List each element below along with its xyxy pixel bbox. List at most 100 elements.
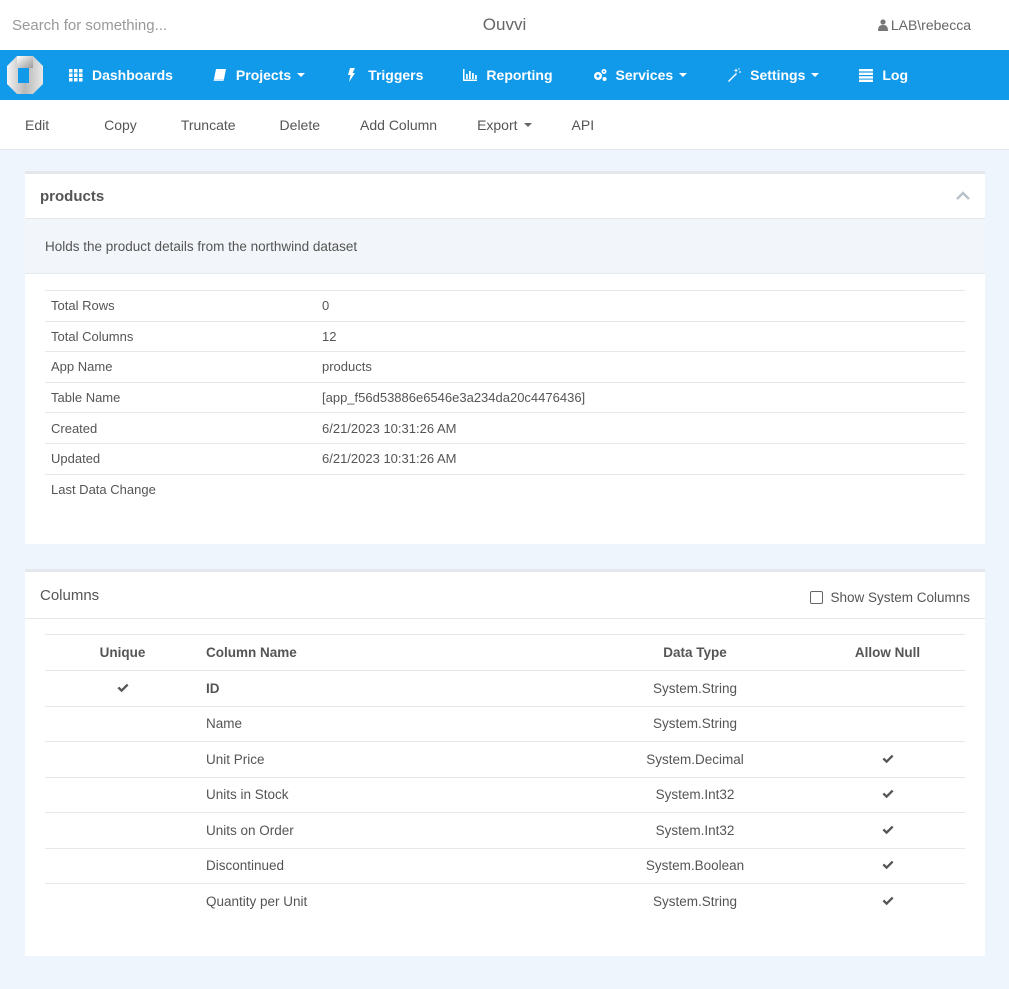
nav-settings[interactable]: Settings	[727, 67, 820, 83]
detail-label: Table Name	[45, 381, 316, 413]
header-column-name[interactable]: Column Name	[200, 634, 580, 671]
check-icon	[882, 787, 894, 802]
data-type-cell: System.Int32	[580, 812, 810, 849]
details-row: Table Name [app_f56d53886e6546e3a234da20c…	[45, 381, 965, 413]
details-row: App Name products	[45, 351, 965, 383]
table-description: Holds the product details from the north…	[25, 219, 985, 274]
unique-cell	[45, 777, 200, 813]
allow-null-cell	[810, 670, 965, 707]
details-table: Total Rows 0 Total Columns 12 App Name prod…	[45, 290, 965, 505]
add-column-button[interactable]: Add Column	[360, 117, 437, 133]
top-bar: Ouvvi LAB\rebecca	[0, 0, 1009, 50]
app-title[interactable]: Ouvvi	[483, 15, 526, 34]
column-row[interactable]: Discontinued System.Boolean	[45, 848, 965, 884]
detail-value: 6/21/2023 10:31:26 AM	[316, 442, 965, 475]
chevron-down-icon	[297, 73, 306, 77]
details-row: Created 6/21/2023 10:31:26 AM	[45, 412, 965, 444]
bolt-icon	[345, 68, 359, 82]
edit-button[interactable]: Edit	[25, 117, 49, 133]
check-icon	[882, 752, 894, 767]
detail-label: Created	[45, 412, 316, 444]
panel-header: products	[25, 174, 985, 219]
export-label: Export	[477, 116, 518, 133]
chevron-down-icon	[679, 73, 688, 77]
column-row[interactable]: Units on Order System.Int32	[45, 812, 965, 849]
list-icon	[859, 68, 874, 82]
unique-cell	[45, 884, 200, 920]
detail-value: [app_f56d53886e6546e3a234da20c4476436]	[316, 381, 965, 413]
chevron-up-icon[interactable]	[956, 191, 970, 201]
search-input[interactable]	[0, 8, 300, 42]
column-name-cell[interactable]: Discontinued	[200, 848, 580, 884]
nav-projects-label: Projects	[235, 67, 292, 83]
panel-title: products	[40, 187, 105, 205]
allow-null-cell	[810, 812, 965, 849]
user-menu[interactable]: LAB\rebecca	[877, 17, 971, 33]
nav-services[interactable]: Services	[593, 67, 688, 83]
check-icon	[882, 894, 894, 909]
allow-null-cell	[810, 706, 965, 742]
panel-header: Columns Show System Columns	[25, 572, 985, 619]
allow-null-cell	[810, 884, 965, 920]
main-nav: Dashboards Projects Triggers Reporting S…	[0, 50, 1009, 100]
grid-icon	[69, 68, 83, 82]
check-icon	[882, 858, 894, 873]
nav-triggers[interactable]: Triggers	[345, 67, 423, 83]
data-type-cell: System.Boolean	[580, 848, 810, 884]
data-type-cell: System.Int32	[580, 777, 810, 813]
truncate-button[interactable]: Truncate	[181, 117, 236, 133]
column-row[interactable]: Units in Stock System.Int32	[45, 777, 965, 813]
column-row[interactable]: Name System.String	[45, 706, 965, 742]
column-name-cell[interactable]: ID	[200, 670, 580, 707]
columns-panel: Columns Show System Columns Unique Colum…	[25, 569, 985, 956]
nav-triggers-label: Triggers	[368, 67, 424, 83]
data-type-cell: System.String	[580, 706, 810, 742]
detail-label: Total Columns	[45, 320, 316, 352]
chevron-down-icon	[811, 73, 820, 77]
data-type-cell: System.String	[652, 894, 738, 909]
unique-cell	[45, 706, 200, 742]
column-row[interactable]: Quantity per Unit System.String	[45, 884, 965, 920]
book-icon	[213, 68, 227, 82]
check-icon	[882, 823, 894, 838]
nav-settings-label: Settings	[750, 67, 806, 83]
copy-button[interactable]: Copy	[104, 117, 137, 133]
action-toolbar: Edit Copy Truncate Delete Add Column Exp…	[0, 100, 1009, 150]
nav-projects[interactable]: Projects	[213, 67, 306, 83]
column-row[interactable]: Unit Price System.Decimal	[45, 741, 965, 778]
nav-services-label: Services	[615, 67, 674, 83]
delete-button[interactable]: Delete	[280, 117, 320, 133]
column-name-cell[interactable]: Name	[200, 706, 580, 742]
unique-cell	[45, 741, 200, 778]
allow-null-cell	[810, 741, 965, 778]
columns-header-row: Unique Column Name Data Type Allow Null	[45, 634, 965, 671]
allow-null-cell	[810, 777, 965, 813]
cogs-icon	[593, 68, 607, 82]
column-name-cell[interactable]: Units on Order	[200, 812, 580, 849]
detail-value: 6/21/2023 10:31:26 AM	[316, 412, 965, 444]
column-name-cell[interactable]: Quantity per Unit	[200, 884, 580, 920]
unique-cell	[45, 812, 200, 849]
detail-label: App Name	[45, 351, 316, 383]
nav-reporting[interactable]: Reporting	[463, 67, 553, 83]
ouvvi-logo[interactable]	[7, 56, 43, 94]
details-row: Updated 6/21/2023 10:31:26 AM	[45, 442, 965, 475]
details-row: Last Data Change	[45, 473, 965, 505]
column-name-cell[interactable]: Units in Stock	[200, 777, 580, 813]
detail-value: 0	[316, 290, 965, 322]
nav-reporting-label: Reporting	[486, 67, 553, 83]
data-type-cell: System.Decimal	[580, 741, 810, 778]
export-button[interactable]: Export	[477, 116, 532, 133]
header-allow-null[interactable]: Allow Null	[810, 634, 965, 671]
show-system-columns-toggle[interactable]: Show System Columns	[810, 590, 970, 605]
show-system-columns-checkbox[interactable]	[810, 591, 824, 604]
nav-dashboards[interactable]: Dashboards	[69, 67, 173, 83]
header-unique[interactable]: Unique	[45, 634, 200, 671]
user-icon	[877, 19, 888, 31]
api-button[interactable]: API	[572, 117, 595, 133]
nav-dashboards-label: Dashboards	[92, 67, 173, 83]
nav-log[interactable]: Log	[859, 67, 908, 83]
column-name-cell[interactable]: Unit Price	[200, 741, 580, 778]
header-data-type[interactable]: Data Type	[580, 634, 810, 671]
column-row[interactable]: ID System.String	[45, 670, 965, 707]
